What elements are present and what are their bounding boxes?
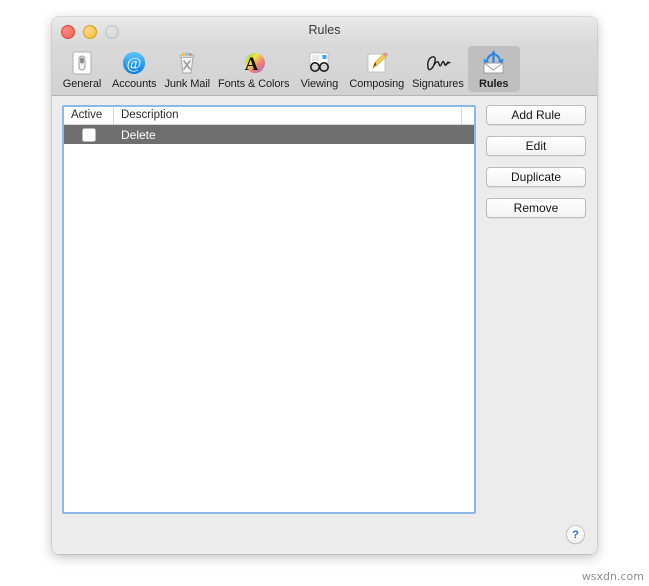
window-titlebar: Rules: [52, 17, 597, 44]
toolbar-item-accounts[interactable]: @ Accounts: [108, 46, 160, 92]
rule-active-cell: [64, 127, 114, 142]
trash-x-icon: [172, 48, 202, 77]
color-wheel-a-icon: A: [239, 48, 269, 77]
toolbar-item-rules[interactable]: Rules: [467, 46, 520, 92]
watermark: wsxdn.com: [581, 570, 644, 583]
svg-text:@: @: [127, 55, 142, 72]
toolbar-item-signatures[interactable]: Signatures: [408, 46, 468, 92]
preferences-window: Rules General @ Accounts Junk Mail A Fon…: [52, 17, 597, 554]
add-rule-button[interactable]: Add Rule: [486, 105, 586, 125]
toolbar-item-general[interactable]: General: [56, 46, 108, 92]
column-header-spacer: [462, 107, 474, 124]
toolbar-item-viewing-label: Viewing: [300, 78, 339, 90]
toolbar-item-fonts-colors[interactable]: A Fonts & Colors: [214, 46, 293, 92]
duplicate-button[interactable]: Duplicate: [486, 167, 586, 187]
rules-pane: Active Description Delete Add Rule Edit …: [52, 96, 597, 554]
general-switch-icon: [67, 48, 97, 77]
rule-description: Delete: [121, 127, 156, 142]
rules-table[interactable]: Active Description Delete: [62, 105, 476, 514]
rules-envelope-icon: [479, 48, 509, 77]
column-header-description[interactable]: Description: [114, 107, 462, 124]
table-row[interactable]: Delete: [64, 125, 474, 144]
toolbar-item-signatures-label: Signatures: [412, 78, 464, 90]
rule-active-checkbox[interactable]: [82, 127, 96, 142]
toolbar-item-accounts-label: Accounts: [112, 78, 157, 90]
at-sign-icon: @: [119, 48, 149, 77]
edit-button[interactable]: Edit: [486, 136, 586, 156]
toolbar-item-general-label: General: [62, 78, 102, 90]
window-title: Rules: [308, 23, 341, 37]
rules-table-body: Delete: [64, 125, 474, 512]
remove-button[interactable]: Remove: [486, 198, 586, 218]
toolbar-item-rules-label: Rules: [478, 78, 509, 90]
preferences-toolbar: General @ Accounts Junk Mail A Fonts & C…: [52, 44, 597, 96]
eyeglasses-icon: [304, 48, 334, 77]
column-header-active[interactable]: Active: [64, 107, 114, 124]
help-button[interactable]: ?: [566, 525, 585, 544]
toolbar-item-viewing[interactable]: Viewing: [293, 46, 345, 92]
toolbar-item-junk-mail[interactable]: Junk Mail: [160, 46, 214, 92]
rules-action-buttons: Add Rule Edit Duplicate Remove: [486, 105, 586, 218]
toolbar-item-junk-mail-label: Junk Mail: [164, 78, 211, 90]
svg-text:A: A: [244, 54, 258, 75]
pencil-paper-icon: [362, 48, 392, 77]
rules-table-header: Active Description: [64, 107, 474, 125]
toolbar-item-fonts-colors-label: Fonts & Colors: [218, 78, 290, 90]
toolbar-item-composing-label: Composing: [349, 78, 405, 90]
signature-icon: [423, 48, 453, 77]
toolbar-item-composing[interactable]: Composing: [345, 46, 408, 92]
